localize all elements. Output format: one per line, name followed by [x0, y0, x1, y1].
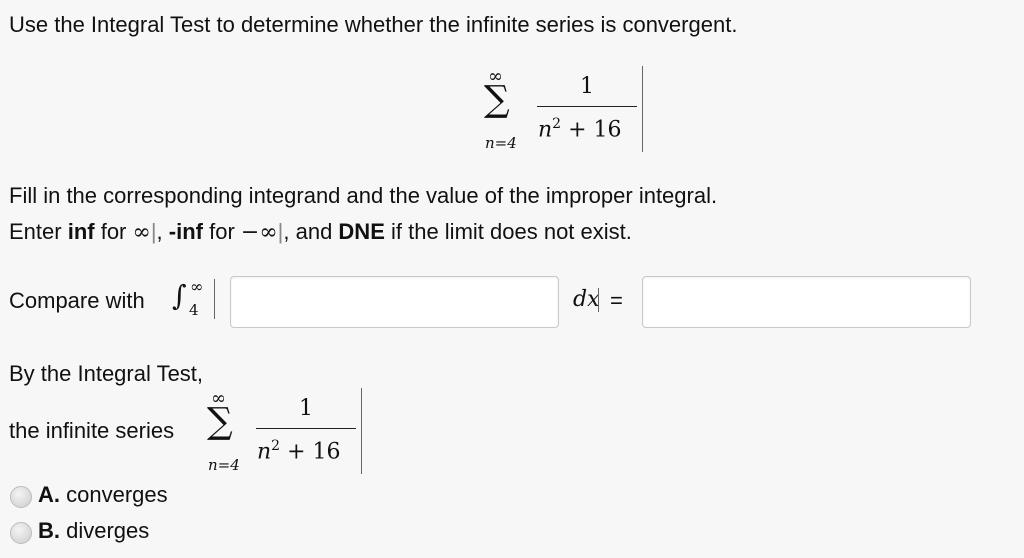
infinity-symbol: ∞ — [132, 220, 151, 245]
integral-value-input[interactable] — [642, 276, 971, 328]
expression-cursor — [214, 279, 215, 319]
neg-infinity-symbol: −∞ — [240, 220, 278, 245]
sum-lower-limit: n=4 — [485, 134, 517, 152]
integral-upper-limit: ∞ — [190, 277, 204, 296]
fraction-denominator: n2 + 16 — [538, 116, 622, 143]
option-a-radio[interactable] — [10, 486, 32, 508]
option-b-radio[interactable] — [10, 522, 32, 544]
expression-cursor — [642, 66, 643, 152]
integral-expression: ∫ ∞ 4 — [170, 277, 230, 321]
option-b-label[interactable]: B. diverges — [38, 518, 149, 544]
integrand-input[interactable] — [230, 276, 559, 328]
fraction-denominator: n2 + 16 — [257, 438, 341, 465]
sigma-symbol: ∑ — [484, 79, 510, 120]
fraction-bar — [537, 106, 637, 107]
instruction-line-1: Fill in the corresponding integrand and … — [9, 183, 718, 208]
dx-label: dx — [573, 287, 600, 312]
option-a-label[interactable]: A. converges — [38, 482, 168, 508]
series-expression: ∞ ∑ n=4 1 n2 + 16 — [480, 66, 643, 156]
equals-sign: = — [610, 288, 623, 313]
fraction-numerator: 1 — [580, 74, 594, 99]
expression-cursor — [361, 388, 362, 474]
sum-lower-limit: n=4 — [208, 456, 240, 474]
compare-label: Compare with — [9, 288, 145, 313]
infinite-series-label: the infinite series — [9, 418, 175, 443]
integral-sign: ∫ — [172, 279, 187, 312]
series-expression-2: ∞ ∑ n=4 1 n2 + 16 — [203, 388, 363, 478]
sigma-symbol: ∑ — [207, 401, 233, 442]
instruction-line-2: Enter inf for ∞|, -inf for −∞|, and DNE … — [9, 219, 632, 245]
fraction-numerator: 1 — [299, 396, 313, 421]
by-test-text: By the Integral Test, — [9, 361, 204, 386]
fraction-bar — [256, 428, 356, 429]
integral-lower-limit: 4 — [189, 301, 199, 319]
question-prompt: Use the Integral Test to determine wheth… — [9, 12, 738, 37]
dx-cursor — [598, 288, 599, 312]
